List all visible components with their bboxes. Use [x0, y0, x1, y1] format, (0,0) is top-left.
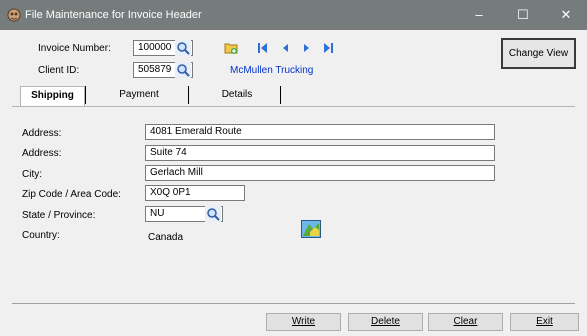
city-label: City:	[22, 169, 42, 180]
address2-field[interactable]: Suite 74	[145, 145, 495, 161]
first-record-icon[interactable]	[258, 42, 268, 54]
footer-divider	[12, 303, 575, 304]
next-record-icon[interactable]	[302, 42, 312, 54]
window-title: File Maintenance for Invoice Header	[25, 9, 202, 21]
invoice-search-icon[interactable]	[175, 40, 191, 56]
change-view-button[interactable]: Change View	[501, 38, 576, 69]
write-button-label: Write	[291, 316, 316, 327]
city-value: Gerlach Mill	[150, 167, 203, 178]
tab-details[interactable]: Details	[200, 86, 274, 106]
client-name: McMullen Trucking	[230, 65, 314, 76]
tab-separator	[188, 86, 189, 104]
address1-label: Address:	[22, 128, 62, 139]
delete-button[interactable]: Delete	[348, 313, 423, 331]
country-value: Canada	[148, 232, 184, 243]
zip-label: Zip Code / Area Code:	[22, 189, 121, 200]
minimize-button[interactable]: –	[457, 0, 501, 30]
invoice-number-label: Invoice Number:	[38, 43, 111, 54]
state-search-icon[interactable]	[205, 206, 221, 222]
zip-field[interactable]: X0Q 0P1	[145, 185, 245, 201]
tab-separator	[85, 86, 86, 104]
client-search-icon[interactable]	[175, 62, 191, 78]
address2-value: Suite 74	[150, 147, 187, 158]
client-id-value: 505879	[138, 64, 172, 75]
state-label: State / Province:	[22, 210, 96, 221]
clear-button[interactable]: Clear	[428, 313, 503, 331]
new-record-icon[interactable]	[224, 41, 238, 55]
tab-shipping[interactable]: Shipping	[20, 86, 85, 107]
address1-value: 4081 Emerald Route	[150, 126, 242, 137]
maximize-button[interactable]: ☐	[501, 0, 545, 30]
tab-separator	[280, 86, 281, 104]
close-button[interactable]: ✕	[544, 0, 587, 30]
address2-label: Address:	[22, 148, 62, 159]
previous-record-icon[interactable]	[280, 42, 290, 54]
write-button[interactable]: Write	[266, 313, 341, 331]
clear-button-label: Clear	[453, 316, 478, 327]
app-icon	[7, 8, 21, 22]
tab-strip: Shipping Payment Details	[12, 86, 577, 107]
client-id-label: Client ID:	[38, 65, 80, 76]
title-bar: File Maintenance for Invoice Header – ☐ …	[0, 0, 587, 30]
city-field[interactable]: Gerlach Mill	[145, 165, 495, 181]
invoice-number-value: 100000	[138, 42, 172, 53]
state-value: NU	[150, 208, 165, 219]
tab-payment[interactable]: Payment	[104, 86, 174, 106]
zip-value: X0Q 0P1	[150, 187, 191, 198]
map-icon[interactable]	[301, 220, 321, 238]
exit-button-label: Exit	[536, 316, 553, 327]
exit-button[interactable]: Exit	[510, 313, 579, 331]
address1-field[interactable]: 4081 Emerald Route	[145, 124, 495, 140]
delete-button-label: Delete	[371, 316, 400, 327]
last-record-icon[interactable]	[323, 42, 333, 54]
country-label: Country:	[22, 230, 60, 241]
